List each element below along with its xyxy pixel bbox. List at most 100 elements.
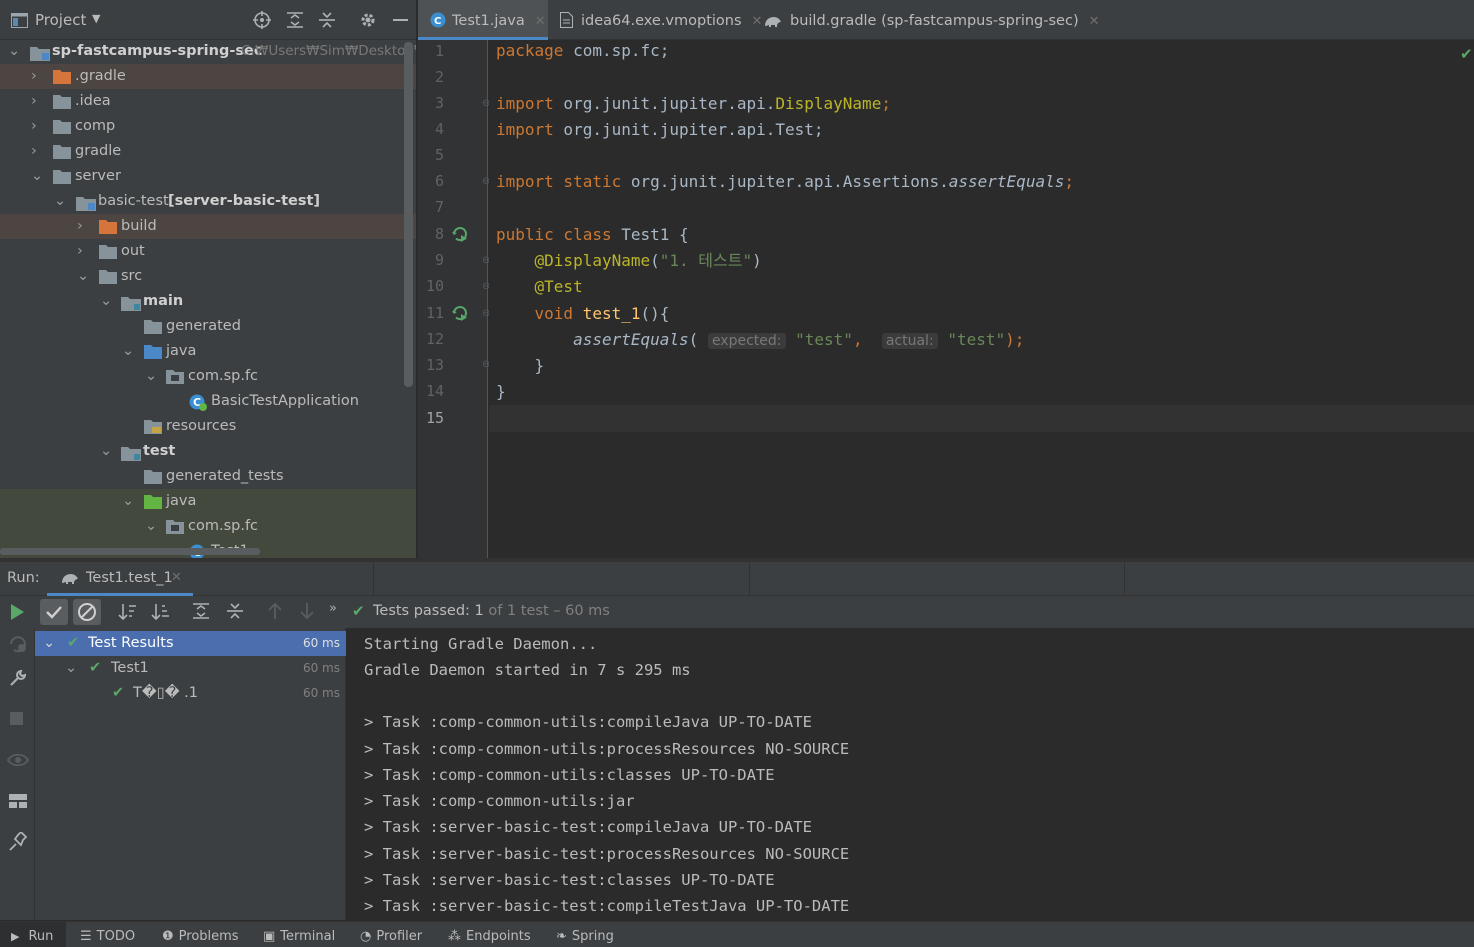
code-line-12[interactable]: assertEquals( expected: "test", actual: … xyxy=(496,327,1024,353)
code-line-3[interactable]: import org.junit.jupiter.api.DisplayName… xyxy=(496,91,891,117)
chevron-down-icon[interactable]: ⌄ xyxy=(122,489,136,514)
tool-label: Problems xyxy=(178,929,239,944)
tree-item-src[interactable]: ⌄ src xyxy=(0,264,416,289)
sort-by-duration-icon[interactable] xyxy=(151,602,171,622)
inspection-ok-icon[interactable]: ✔ xyxy=(1460,45,1473,63)
chevron-down-icon[interactable]: ▼ xyxy=(92,12,100,25)
tree-item-main-java[interactable]: ⌄ java xyxy=(0,339,416,364)
tool-endpoints[interactable]: ⁂ Endpoints xyxy=(448,922,531,947)
chevron-down-icon[interactable]: ⌄ xyxy=(145,514,159,539)
code-line-8[interactable]: public class Test1 { xyxy=(496,222,689,248)
tab-vmoptions[interactable]: idea64.exe.vmoptions ✕ xyxy=(560,0,763,40)
run-gutter-icon[interactable] xyxy=(452,226,468,242)
more-actions-icon[interactable]: » xyxy=(329,601,337,616)
project-vertical-scrollbar[interactable] xyxy=(404,42,413,387)
tree-item-gradle[interactable]: › gradle xyxy=(0,139,416,164)
chevron-right-icon[interactable]: › xyxy=(77,214,91,239)
tree-item-test-java[interactable]: ⌄ java xyxy=(0,489,416,514)
pin-icon[interactable] xyxy=(8,832,28,852)
code-line-4[interactable]: import org.junit.jupiter.api.Test; xyxy=(496,117,824,143)
tree-item-test-package[interactable]: ⌄ com.sp.fc xyxy=(0,514,416,539)
sort-alphabetically-icon[interactable] xyxy=(118,602,138,622)
layout-icon[interactable] xyxy=(8,793,28,809)
chevron-down-icon[interactable]: ⌄ xyxy=(100,439,114,464)
code-line-1[interactable]: package com.sp.fc; xyxy=(496,38,669,64)
locate-icon[interactable] xyxy=(253,11,271,29)
code-line-14[interactable]: } xyxy=(496,379,506,405)
project-view-title[interactable]: Project xyxy=(35,11,86,29)
show-ignored-toggle[interactable] xyxy=(73,599,101,625)
chevron-down-icon[interactable]: ⌄ xyxy=(77,264,91,289)
run-gutter-icon[interactable] xyxy=(452,305,468,321)
chevron-right-icon[interactable]: › xyxy=(31,89,45,114)
code-line-11[interactable]: void test_1(){ xyxy=(496,301,670,327)
tree-item-main[interactable]: ⌄ main xyxy=(0,289,416,314)
tool-spring[interactable]: ❧ Spring xyxy=(556,922,614,947)
close-icon[interactable]: ✕ xyxy=(535,14,546,29)
tool-problems[interactable]: ❶ Problems xyxy=(162,922,239,947)
tree-item-gradle-cache[interactable]: › .gradle xyxy=(0,64,416,89)
code-line-10[interactable]: @Test xyxy=(496,274,583,300)
tab-build-gradle[interactable]: build.gradle (sp-fastcampus-spring-sec) ✕ xyxy=(764,0,1104,40)
chevron-down-icon[interactable]: ⌄ xyxy=(100,289,114,314)
close-icon[interactable]: ✕ xyxy=(171,570,182,585)
collapse-all-icon[interactable] xyxy=(318,11,336,29)
chevron-down-icon[interactable]: ⌄ xyxy=(54,189,68,214)
tree-item-label: test xyxy=(143,443,176,459)
chevron-down-icon[interactable]: ⌄ xyxy=(145,364,159,389)
tree-item-basic-test-application[interactable]: C BasicTestApplication xyxy=(0,389,416,414)
previous-failed-icon[interactable] xyxy=(267,602,283,620)
chevron-right-icon[interactable]: › xyxy=(31,114,45,139)
tree-item-server[interactable]: ⌄ server xyxy=(0,164,416,189)
code-line-9[interactable]: @DisplayName("1. 테스트") xyxy=(496,248,762,274)
wrench-icon[interactable] xyxy=(8,668,28,688)
chevron-down-icon[interactable]: ⌄ xyxy=(122,339,136,364)
tool-run[interactable]: ▶ Run xyxy=(0,922,66,947)
tree-root[interactable]: ⌄ sp-fastcampus-spring-sec C:₩Users₩Sim₩… xyxy=(0,39,416,64)
chevron-down-icon[interactable]: ⌄ xyxy=(65,656,77,681)
test-results-root[interactable]: ⌄ ✔ Test Results 60 ms xyxy=(35,631,346,656)
tab-run-configuration[interactable]: Test1.test_1 ✕ xyxy=(47,562,193,596)
test-method-row[interactable]: ✔ T�▯� .1 60 ms xyxy=(35,681,346,706)
tree-item-generated[interactable]: generated xyxy=(0,314,416,339)
tree-item-out[interactable]: › out xyxy=(0,239,416,264)
tree-item-idea[interactable]: › .idea xyxy=(0,89,416,114)
tab-test1-java[interactable]: C Test1.java ✕ xyxy=(418,0,548,40)
tree-item-generated-tests[interactable]: generated_tests xyxy=(0,464,416,489)
close-icon[interactable]: ✕ xyxy=(752,14,763,29)
tree-item-build[interactable]: › build xyxy=(0,214,416,239)
chevron-right-icon[interactable]: › xyxy=(31,64,45,89)
code-line-6[interactable]: import static org.junit.jupiter.api.Asse… xyxy=(496,169,1074,195)
test-class-row[interactable]: ⌄ ✔ Test1 60 ms xyxy=(35,656,346,681)
rerun-failed-icon[interactable] xyxy=(8,634,28,654)
stop-icon[interactable] xyxy=(10,712,23,725)
rerun-icon[interactable] xyxy=(9,603,25,621)
expand-all-icon[interactable] xyxy=(286,11,304,29)
chevron-right-icon[interactable]: › xyxy=(31,139,45,164)
tree-item-resources[interactable]: resources xyxy=(0,414,416,439)
chevron-right-icon[interactable]: › xyxy=(77,239,91,264)
minimize-icon[interactable] xyxy=(393,19,408,21)
tree-item-test[interactable]: ⌄ test xyxy=(0,439,416,464)
collapse-all-icon[interactable] xyxy=(226,602,244,620)
tool-todo[interactable]: ☰ TODO xyxy=(80,922,135,947)
tool-terminal[interactable]: ▣ Terminal xyxy=(263,922,335,947)
chevron-down-icon[interactable]: ⌄ xyxy=(31,164,45,189)
show-passed-toggle[interactable] xyxy=(40,599,68,625)
tree-item-comp[interactable]: › comp xyxy=(0,114,416,139)
tree-item-package[interactable]: ⌄ com.sp.fc xyxy=(0,364,416,389)
eye-icon[interactable] xyxy=(7,752,29,768)
tool-profiler[interactable]: ◔ Profiler xyxy=(360,922,422,947)
console-output[interactable]: Starting Gradle Daemon... Gradle Daemon … xyxy=(347,628,1474,920)
close-icon[interactable]: ✕ xyxy=(1089,14,1100,29)
line-number: 10 xyxy=(425,277,444,295)
code-line-13[interactable]: } xyxy=(496,353,545,379)
expand-all-icon[interactable] xyxy=(192,602,210,620)
chevron-down-icon[interactable]: ⌄ xyxy=(43,631,55,656)
tree-item-basic-test[interactable]: ⌄ basic-test [server-basic-test] xyxy=(0,189,416,214)
gear-icon[interactable] xyxy=(359,11,377,29)
next-failed-icon[interactable] xyxy=(299,602,315,620)
chevron-down-icon[interactable]: ⌄ xyxy=(8,39,22,64)
editor-gutter[interactable]: 1 2 3 4 5 6 7 8 9 10 11 12 13 14 15 ⊖ ⊖ … xyxy=(418,40,490,558)
project-horizontal-scrollbar[interactable] xyxy=(0,548,260,555)
